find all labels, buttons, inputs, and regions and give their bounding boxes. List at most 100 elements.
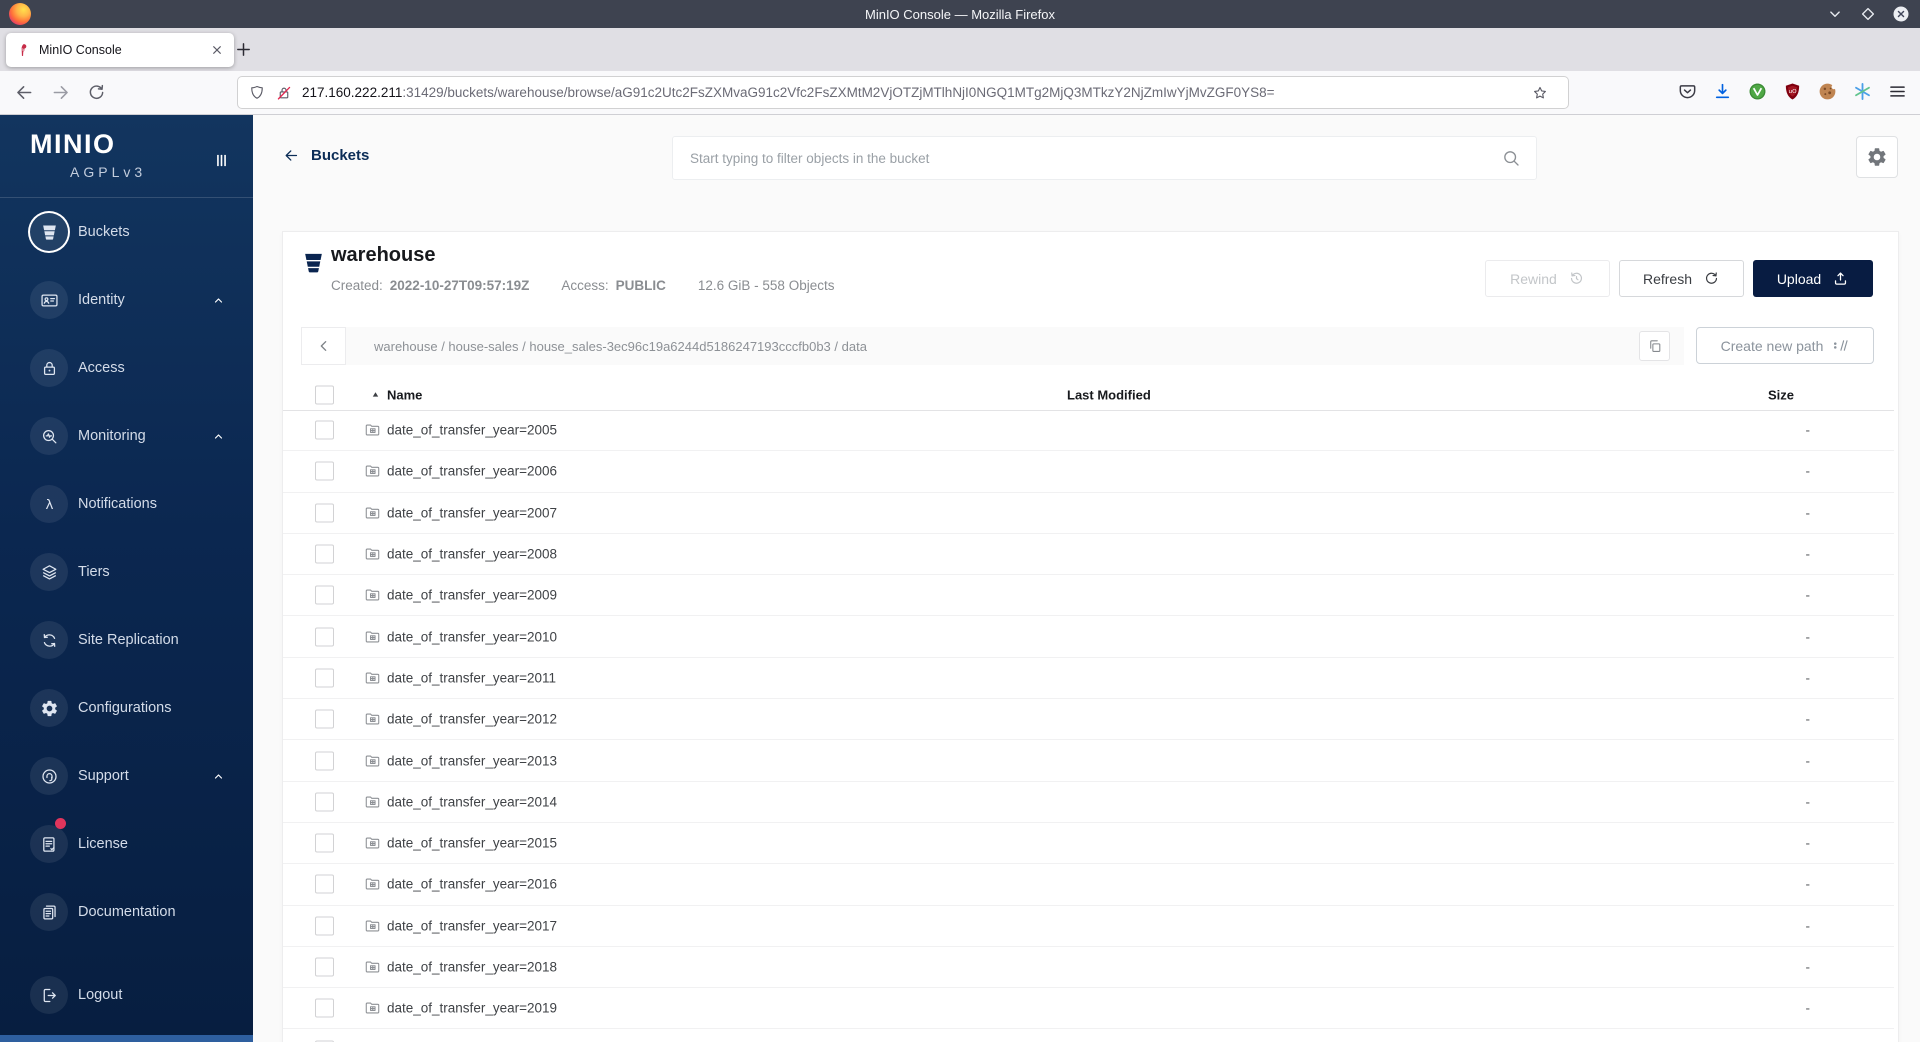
sidebar-item-support[interactable]: Support	[0, 742, 253, 810]
cookie-extension-icon[interactable]	[1817, 81, 1838, 102]
row-checkbox[interactable]	[315, 668, 334, 688]
browser-reload-button[interactable]	[86, 82, 107, 103]
table-row[interactable]: date_of_transfer_year=2015 -	[283, 823, 1894, 865]
sidebar-item-license[interactable]: License	[0, 810, 253, 878]
cell-size: -	[1805, 876, 1811, 892]
table-row[interactable]: date_of_transfer_year=2017 -	[283, 906, 1894, 947]
bucket-browser-card: warehouse Created: 2022-10-27T09:57:19Z …	[282, 231, 1899, 1042]
sidebar-item-site-replication[interactable]: Site Replication	[0, 606, 253, 674]
tracking-shield-icon[interactable]	[248, 84, 266, 102]
access-value[interactable]: PUBLIC	[616, 278, 666, 293]
row-checkbox[interactable]	[315, 544, 334, 564]
chevron-up-icon[interactable]	[212, 294, 225, 307]
row-checkbox[interactable]	[315, 751, 334, 771]
container-extension-icon[interactable]	[1852, 81, 1873, 102]
row-checkbox[interactable]	[315, 503, 334, 523]
table-row[interactable]: date_of_transfer_year=2006 -	[283, 451, 1894, 493]
table-row[interactable]: date_of_transfer_year=2005 -	[283, 410, 1894, 452]
object-table-body: date_of_transfer_year=2005 - date_of_tra…	[283, 410, 1894, 1042]
upload-button[interactable]: Upload	[1753, 260, 1873, 297]
chevron-up-icon[interactable]	[212, 770, 225, 783]
row-checkbox[interactable]	[315, 916, 334, 936]
bucket-meta: Created: 2022-10-27T09:57:19Z Access: PU…	[331, 278, 834, 293]
license-edition-label: AGPLv3	[70, 164, 147, 180]
sidebar-item-logout[interactable]: Logout	[0, 961, 253, 1029]
ublock-origin-icon[interactable]: uO	[1782, 81, 1803, 102]
sidebar-item-configurations[interactable]: Configurations	[0, 674, 253, 742]
row-checkbox[interactable]	[315, 792, 334, 812]
row-checkbox[interactable]	[315, 627, 334, 647]
row-checkbox[interactable]	[315, 585, 334, 605]
row-checkbox[interactable]	[315, 957, 334, 977]
table-row[interactable]: date_of_transfer_year=2019 -	[283, 988, 1894, 1030]
back-to-buckets-link[interactable]: Buckets	[283, 147, 369, 164]
sidebar-collapse-icon[interactable]	[214, 151, 229, 170]
breadcrumb[interactable]: warehouse / house-sales / house_sales-3e…	[346, 327, 1684, 365]
window-maximize-button[interactable]	[1859, 5, 1877, 23]
rewind-label: Rewind	[1510, 270, 1557, 287]
sidebar-item-monitoring[interactable]: Monitoring	[0, 402, 253, 470]
table-row[interactable]: date_of_transfer_year=2013 -	[283, 740, 1894, 782]
row-checkbox[interactable]	[315, 420, 334, 440]
refresh-button[interactable]: Refresh	[1619, 260, 1744, 297]
select-all-checkbox[interactable]	[315, 385, 334, 405]
tab-minio-console[interactable]: MinIO Console	[6, 33, 234, 67]
cell-name: date_of_transfer_year=2009	[387, 587, 558, 603]
row-checkbox[interactable]	[315, 461, 334, 481]
browser-toolbar: 217.160.222.211:31429/buckets/warehouse/…	[0, 71, 1920, 115]
refresh-icon	[1703, 270, 1720, 287]
url-text[interactable]: 217.160.222.211:31429/buckets/warehouse/…	[302, 85, 1521, 100]
downloads-icon[interactable]	[1712, 81, 1733, 102]
column-header-last-modified[interactable]: Last Modified	[1067, 388, 1151, 403]
window-minimize-button[interactable]	[1826, 5, 1844, 23]
bookmark-star-icon[interactable]	[1531, 84, 1549, 102]
svg-text:λ: λ	[45, 497, 53, 512]
row-checkbox[interactable]	[315, 998, 334, 1018]
table-row[interactable]: date_of_transfer_year=2018 -	[283, 947, 1894, 989]
table-row[interactable]: date_of_transfer_year=2010 -	[283, 616, 1894, 658]
column-header-name[interactable]: Name	[387, 388, 422, 403]
table-row[interactable]: date_of_transfer_year=2014 -	[283, 782, 1894, 823]
row-checkbox[interactable]	[315, 833, 334, 853]
table-row[interactable]: date_of_transfer_year=2016 -	[283, 864, 1894, 906]
sidebar-item-access[interactable]: Access	[0, 334, 253, 402]
sidebar-item-identity[interactable]: Identity	[0, 266, 253, 334]
hamburger-menu-icon[interactable]	[1887, 81, 1908, 102]
table-row[interactable]: date_of_transfer_year=2020 -	[283, 1029, 1894, 1042]
insecure-lock-icon[interactable]	[275, 84, 293, 102]
url-bar[interactable]: 217.160.222.211:31429/buckets/warehouse/…	[238, 77, 1568, 108]
sidebar-scrollbar[interactable]	[0, 1035, 253, 1042]
create-new-path-button[interactable]: Create new path	[1696, 327, 1874, 364]
privacy-badger-icon[interactable]	[1747, 81, 1768, 102]
row-checkbox[interactable]	[315, 874, 334, 894]
browser-forward-button[interactable]	[50, 82, 71, 103]
sidebar-item-documentation[interactable]: Documentation	[0, 878, 253, 946]
row-checkbox[interactable]	[315, 709, 334, 729]
path-back-button[interactable]	[301, 327, 346, 365]
browser-back-button[interactable]	[14, 82, 35, 103]
tab-close-icon[interactable]	[209, 42, 225, 58]
copy-path-button[interactable]	[1639, 331, 1670, 361]
new-tab-button[interactable]	[233, 39, 254, 60]
folder-icon	[364, 669, 381, 686]
table-row[interactable]: date_of_transfer_year=2007 -	[283, 493, 1894, 534]
bucket-settings-button[interactable]	[1856, 136, 1898, 178]
cell-name: date_of_transfer_year=2007	[387, 505, 558, 521]
table-row[interactable]: date_of_transfer_year=2009 -	[283, 575, 1894, 617]
sidebar-item-notifications[interactable]: λ Notifications	[0, 470, 253, 538]
column-header-size[interactable]: Size	[1768, 388, 1794, 403]
table-row[interactable]: date_of_transfer_year=2012 -	[283, 699, 1894, 741]
gear-icon	[40, 699, 59, 718]
table-row[interactable]: date_of_transfer_year=2008 -	[283, 534, 1894, 576]
sidebar-item-tiers[interactable]: Tiers	[0, 538, 253, 606]
sidebar-item-buckets[interactable]: Buckets	[0, 198, 253, 266]
chevron-up-icon[interactable]	[212, 430, 225, 443]
table-row[interactable]: date_of_transfer_year=2011 -	[283, 658, 1894, 700]
pocket-icon[interactable]	[1677, 81, 1698, 102]
cell-name: date_of_transfer_year=2015	[387, 835, 558, 851]
search-input[interactable]	[688, 149, 1501, 167]
upload-icon	[1832, 270, 1849, 287]
sidebar-item-label: Tiers	[78, 564, 110, 580]
window-close-button[interactable]	[1892, 5, 1910, 23]
rewind-button[interactable]: Rewind	[1485, 260, 1610, 297]
